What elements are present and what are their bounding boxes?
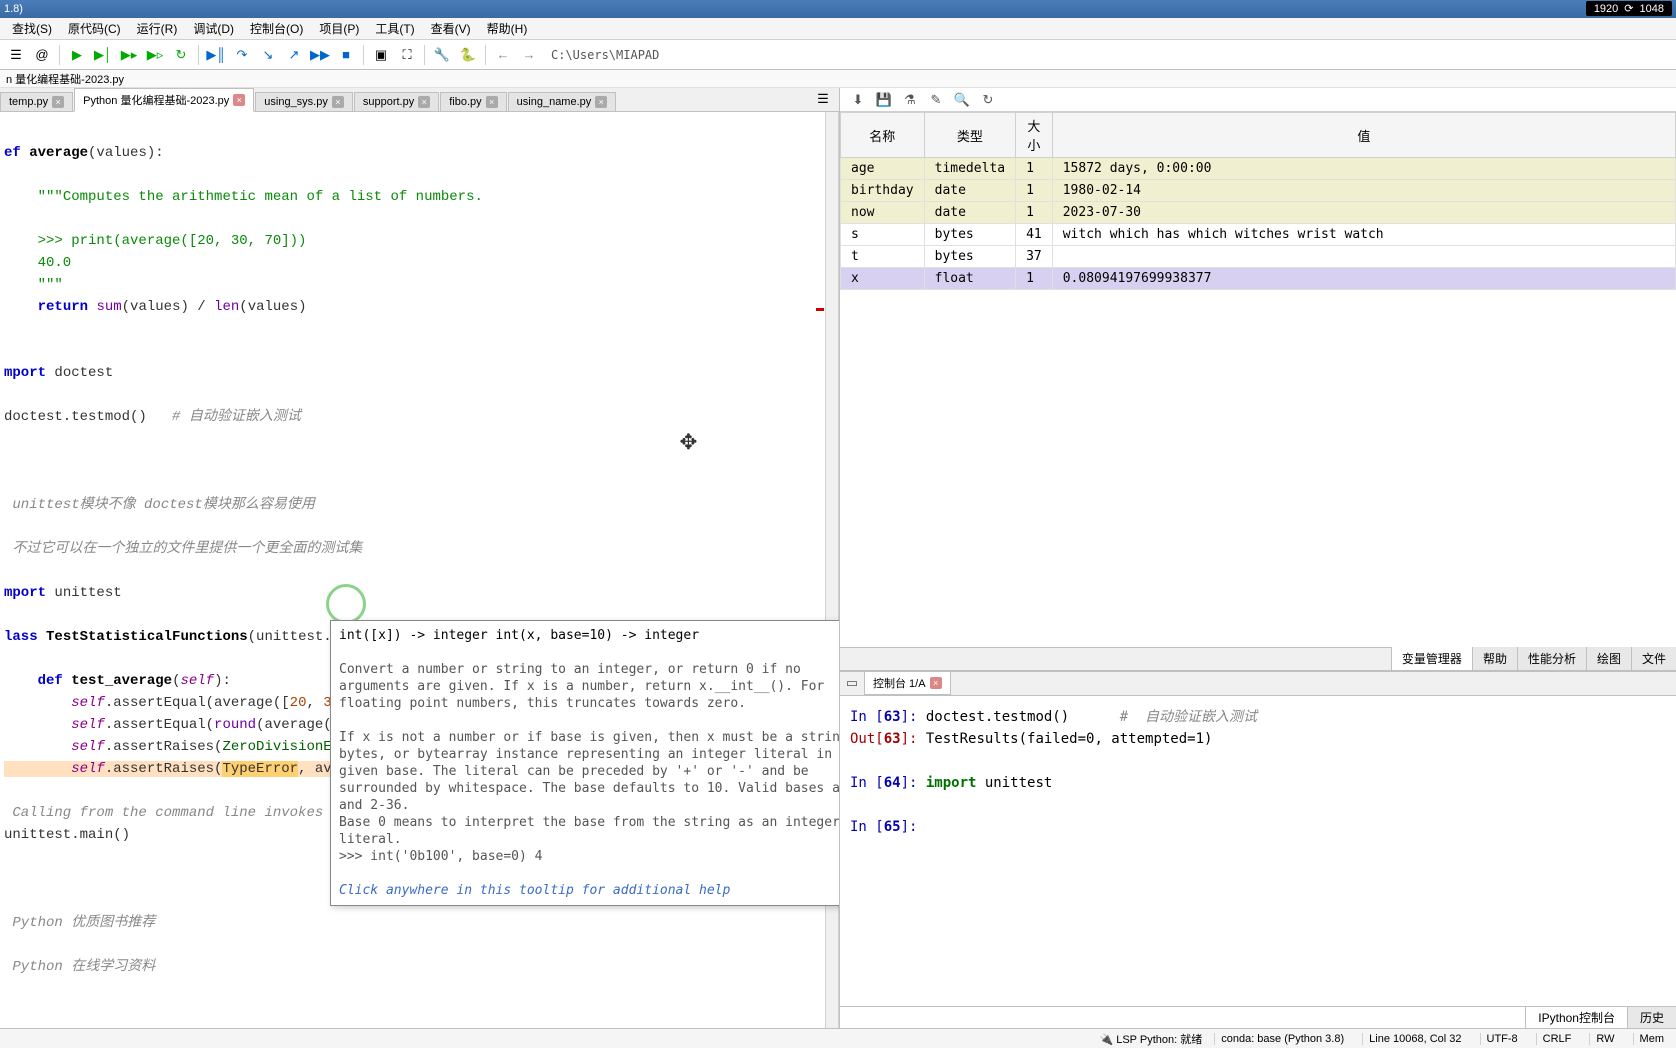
tab-using-name[interactable]: using_name.py× (508, 92, 617, 111)
close-icon[interactable]: × (332, 96, 344, 108)
console-menu-icon[interactable]: ▭ (844, 675, 860, 691)
menu-icon[interactable]: ☰ (4, 43, 28, 67)
menu-debug[interactable]: 调试(D) (185, 18, 242, 39)
ipython-console[interactable]: In [63]: doctest.testmod() # 自动验证嵌入测试 Ou… (840, 696, 1676, 1007)
right-panel: ⬇ 💾 ⚗ ✎ 🔍 ↻ 名称 类型 大小 值 agetimedelta11587… (840, 88, 1676, 1028)
edit-icon[interactable]: ✎ (928, 92, 944, 108)
code-editor[interactable]: ef average(values): """Computes the arit… (0, 112, 839, 1028)
main-toolbar: ☰ @ ▶ ▶│ ▶▸ ▶▹ ↻ ▶║ ↷ ↘ ↗ ▶▶ ■ ▣ ⛶ 🔧 🐍 ←… (0, 40, 1676, 70)
close-icon[interactable]: × (418, 96, 430, 108)
back-icon[interactable]: ← (491, 43, 515, 67)
file-path-bar: n 量化编程基础-2023.py (0, 70, 1676, 88)
tab-support[interactable]: support.py× (354, 92, 439, 111)
menu-view[interactable]: 查看(V) (423, 18, 479, 39)
save-icon[interactable]: 💾 (876, 92, 892, 108)
run-icon[interactable]: ▶ (65, 43, 89, 67)
menu-console[interactable]: 控制台(O) (242, 18, 311, 39)
status-bar: 🔌 LSP Python: 就绪 conda: base (Python 3.8… (0, 1028, 1676, 1048)
lsp-status: 🔌 LSP Python: 就绪 (1099, 1031, 1202, 1047)
cell-exec-icon[interactable]: ▣ (369, 43, 393, 67)
continue-icon[interactable]: ▶▶ (308, 43, 332, 67)
tab-fibo[interactable]: fibo.py× (440, 92, 506, 111)
menu-find[interactable]: 查找(S) (4, 18, 60, 39)
resolution-badge: 1920 ⟳ 1048 (1586, 1, 1672, 16)
step-in-icon[interactable]: ↘ (256, 43, 280, 67)
console-tabs: ▭ 控制台 1/A × (840, 672, 1676, 696)
menu-bar: 查找(S) 原代码(C) 运行(R) 调试(D) 控制台(O) 项目(P) 工具… (0, 18, 1676, 40)
tab-using-sys[interactable]: using_sys.py× (255, 92, 353, 111)
variable-explorer[interactable]: 名称 类型 大小 值 agetimedelta115872 days, 0:00… (840, 112, 1676, 290)
file-mode: RW (1589, 1033, 1620, 1045)
table-row[interactable]: agetimedelta115872 days, 0:00:00 (841, 158, 1676, 180)
eol-mode[interactable]: CRLF (1536, 1033, 1578, 1045)
run-selection-icon[interactable]: ▶▸ (117, 43, 141, 67)
console-bottom-tabs: IPython控制台 历史 (840, 1006, 1676, 1028)
table-row[interactable]: xfloat10.08094197699938377 (841, 268, 1676, 290)
menu-run[interactable]: 运行(R) (129, 18, 186, 39)
at-icon[interactable]: @ (30, 43, 54, 67)
rerun-icon[interactable]: ↻ (169, 43, 193, 67)
tab-var-explorer[interactable]: 变量管理器 (1391, 647, 1472, 670)
step-out-icon[interactable]: ↗ (282, 43, 306, 67)
variable-toolbar: ⬇ 💾 ⚗ ✎ 🔍 ↻ (840, 88, 1676, 112)
debug-icon[interactable]: ▶║ (204, 43, 228, 67)
editor-pane: temp.py× Python 量化编程基础-2023.py× using_sy… (0, 88, 840, 1028)
close-icon[interactable]: × (486, 96, 498, 108)
editor-tabs: temp.py× Python 量化编程基础-2023.py× using_sy… (0, 88, 839, 112)
import-icon[interactable]: ⬇ (850, 92, 866, 108)
encoding[interactable]: UTF-8 (1480, 1033, 1524, 1045)
table-row[interactable]: sbytes41witch which has which witches wr… (841, 224, 1676, 246)
wrench-icon[interactable]: 🔧 (430, 43, 454, 67)
run-cell-icon[interactable]: ▶│ (91, 43, 115, 67)
menu-source[interactable]: 原代码(C) (60, 18, 129, 39)
cursor-position: Line 10068, Col 32 (1362, 1033, 1467, 1045)
tab-main[interactable]: Python 量化编程基础-2023.py× (74, 88, 254, 112)
tab-plots[interactable]: 绘图 (1586, 647, 1631, 670)
close-icon[interactable]: × (233, 94, 245, 106)
menu-project[interactable]: 项目(P) (311, 18, 367, 39)
tab-files[interactable]: 文件 (1631, 647, 1676, 670)
console-pane: ▭ 控制台 1/A × In [63]: doctest.testmod() #… (840, 671, 1676, 1029)
signature-tooltip[interactable]: int([x]) -> integer int(x, base=10) -> i… (330, 620, 839, 906)
close-icon[interactable]: × (595, 96, 607, 108)
close-icon[interactable]: × (52, 96, 64, 108)
menu-tools[interactable]: 工具(T) (367, 18, 422, 39)
working-dir-path[interactable]: C:\Users\MIAPAD (551, 48, 659, 62)
run-file-icon[interactable]: ▶▹ (143, 43, 167, 67)
window-chrome: 1.8) 1920 ⟳ 1048 (0, 0, 1676, 18)
search-icon[interactable]: 🔍 (954, 92, 970, 108)
console-tab-1[interactable]: 控制台 1/A × (864, 671, 951, 695)
tab-history[interactable]: 历史 (1627, 1007, 1676, 1028)
python-icon[interactable]: 🐍 (456, 43, 480, 67)
right-pane-tabs: 变量管理器 帮助 性能分析 绘图 文件 (840, 647, 1676, 671)
table-row[interactable]: birthdaydate11980-02-14 (841, 180, 1676, 202)
memory-status: Mem (1633, 1033, 1670, 1045)
window-title: 1.8) (0, 3, 23, 15)
tab-temp[interactable]: temp.py× (0, 92, 73, 111)
forward-icon[interactable]: → (517, 43, 541, 67)
refresh-icon[interactable]: ↻ (980, 92, 996, 108)
tab-ipython-console[interactable]: IPython控制台 (1525, 1007, 1627, 1028)
stop-icon[interactable]: ■ (334, 43, 358, 67)
tab-help[interactable]: 帮助 (1472, 647, 1517, 670)
tab-profiler[interactable]: 性能分析 (1517, 647, 1586, 670)
filter-icon[interactable]: ⚗ (902, 92, 918, 108)
table-row[interactable]: tbytes37 (841, 246, 1676, 268)
close-icon[interactable]: × (930, 677, 942, 689)
conda-env[interactable]: conda: base (Python 3.8) (1214, 1033, 1350, 1045)
tab-menu-icon[interactable]: ☰ (811, 87, 835, 111)
maximize-icon[interactable]: ⛶ (395, 43, 419, 67)
table-row[interactable]: nowdate12023-07-30 (841, 202, 1676, 224)
menu-help[interactable]: 帮助(H) (479, 18, 536, 39)
step-over-icon[interactable]: ↷ (230, 43, 254, 67)
